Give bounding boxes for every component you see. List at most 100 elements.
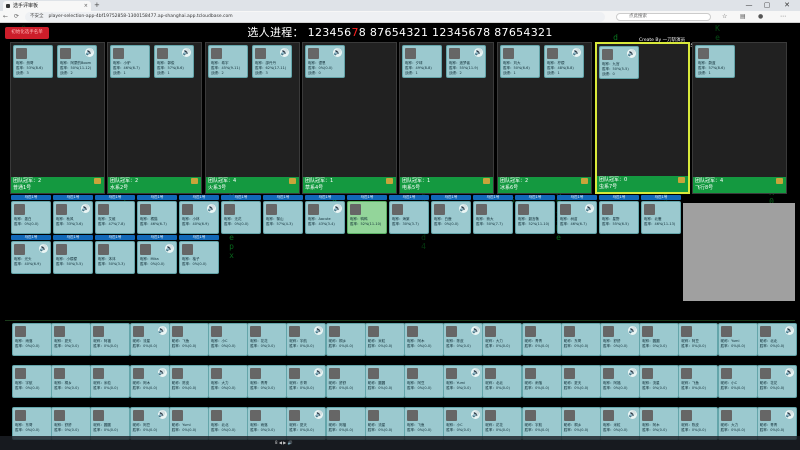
player-card[interactable]: 昵称：东哥 胜率：0%(0-0) (560, 323, 601, 356)
new-tab-button[interactable]: + (94, 0, 100, 11)
player-card[interactable]: 昵称：小驴 胜率：46%(6-7) 战绩：1 (110, 45, 150, 78)
speaker-icon[interactable]: 🔊 (628, 368, 637, 377)
player-card[interactable]: 昵称：小檬檬 胜率：50%(5-5) (53, 241, 93, 274)
speaker-icon[interactable]: 🔊 (471, 410, 481, 419)
player-card[interactable]: 🔊 昵称：Aacute 胜率：43%(3-4) (305, 201, 345, 234)
player-card[interactable]: 昵称：夏天 胜率：0%(0-0) (560, 365, 601, 398)
speaker-icon[interactable]: 🔊 (280, 48, 289, 57)
reload-icon[interactable]: ⟳ (14, 12, 19, 22)
back-icon[interactable]: ← (3, 12, 8, 22)
player-card[interactable]: 昵称：Yumi 胜率：0%(0-0) (717, 323, 758, 356)
player-card[interactable]: 🔊 昵称：舒舒 胜率：0%(0-0) (600, 323, 640, 356)
maximize-button[interactable]: ▢ (760, 0, 774, 11)
player-card[interactable]: 🔊 昵称：北北 胜率：0%(0-0) (756, 323, 797, 356)
player-card[interactable]: 昵称：阿木 胜率：0%(0-0) (404, 323, 444, 356)
speaker-icon[interactable]: 🔊 (572, 48, 581, 57)
player-card[interactable]: 🔊 昵称：阿木 胜率：0%(0-0) (129, 365, 170, 398)
player-card[interactable]: 昵称：宇航 胜率：0%(0-0) (12, 365, 52, 398)
speaker-icon[interactable]: 🔊 (314, 368, 324, 377)
player-card[interactable]: 昵称：米粒 胜率：0%(0-0) (90, 365, 131, 398)
player-card[interactable]: 昵称：黎山 胜率：57%(4-3) (263, 201, 303, 234)
speaker-icon[interactable]: 🔊 (627, 49, 636, 58)
search-input[interactable]: 点此搜索 (616, 13, 711, 21)
speaker-icon[interactable]: 🔊 (157, 368, 167, 377)
player-card[interactable]: 昵称：夏天 胜率：0%(0-0) (51, 323, 92, 356)
player-card[interactable]: 昵称：聂言敬 胜率：52%(11-10) (515, 201, 555, 234)
speaker-icon[interactable]: 🔊 (39, 244, 48, 253)
menu-icon[interactable]: ⋯ (780, 12, 786, 22)
player-card[interactable]: 昵称：米粒 胜率：0%(0-0) (364, 323, 405, 356)
player-card[interactable]: 昵称：流星 胜率：0%(0-0) (639, 365, 680, 398)
speaker-icon[interactable]: 🔊 (471, 326, 481, 335)
player-card[interactable]: 昵称：北北 胜率：0%(0-0) (482, 365, 523, 398)
speaker-icon[interactable]: 🔊 (207, 204, 216, 213)
speaker-icon[interactable]: 🔊 (784, 368, 794, 377)
collections-icon[interactable]: ▤ (740, 12, 746, 22)
player-card[interactable]: 🔊 昵称：东哥 胜率：0%(0-0) (286, 365, 327, 398)
player-card[interactable]: 🔊 昵称：邵丹丹 胜率：62%(17-11) 战绩：3 (252, 45, 292, 78)
player-card[interactable]: 🔊 昵称：树苗 胜率：46%(6-7) (557, 201, 597, 234)
player-card[interactable]: 🔊 昵称：阿蒙的Boom 胜率：50%(11-12) 战绩：2 (57, 45, 97, 78)
favorites-icon[interactable]: ☆ (722, 12, 727, 22)
player-card[interactable]: 昵称：艾维 胜率：47%(7-8) (95, 201, 135, 234)
player-card[interactable]: 🔊 昵称：光头 胜率：40%(6-9) (11, 241, 51, 274)
player-card[interactable]: 🔊 昵称：阿福 胜率：0%(0-0) (600, 365, 640, 398)
speaker-icon[interactable]: 🔊 (784, 410, 794, 419)
speaker-icon[interactable]: 🔊 (471, 368, 481, 377)
player-card[interactable]: 🔊 昵称：柠檬 胜率：48%(8-8) 战绩：1 (544, 45, 584, 78)
player-card[interactable]: 昵称：飞鱼 胜率：0%(0-0) (168, 323, 209, 356)
speaker-icon[interactable]: 🔊 (182, 48, 191, 57)
player-card[interactable]: 🔊 昵称：九宫 胜率：50%(5-5) 战绩：0 (599, 46, 639, 79)
player-card[interactable]: 昵称：青青 胜率：0%(0-0) (247, 365, 288, 398)
speaker-icon[interactable]: 🔊 (81, 204, 90, 213)
speaker-icon[interactable]: 🔊 (85, 48, 94, 57)
player-card[interactable]: 🔊 昵称：宇航 胜率：0%(0-0) (286, 323, 327, 356)
player-card[interactable]: 🔊 昵称：小林 胜率：40%(6-9) (179, 201, 219, 234)
speaker-icon[interactable]: 🔊 (165, 244, 174, 253)
speaker-icon[interactable]: 🔊 (333, 48, 342, 57)
player-card[interactable]: 昵称：墨白 胜率：0%(0-0) (11, 201, 51, 234)
player-card[interactable]: 昵称：夕球 胜率：49%(8-8) 战绩：1 (402, 45, 442, 78)
player-card[interactable]: 昵称：鸭鸭 胜率：52%(11-10) (347, 201, 387, 234)
player-card[interactable]: 昵称：橘猫 胜率：46%(6-7) (137, 201, 177, 234)
player-card[interactable]: 昵称：大力 胜率：0%(0-0) (208, 365, 248, 398)
player-card[interactable]: 昵称：北雁 胜率：46%(11-13) (641, 201, 681, 234)
player-card[interactable]: 昵称：大力 胜率：0%(0-0) (482, 323, 523, 356)
player-card[interactable]: 昵称：希宇 胜率：45%(9-11) 战绩：2 (208, 45, 248, 78)
player-card[interactable]: 昵称：刘大 胜率：50%(6-6) 战绩：1 (500, 45, 540, 78)
speaker-icon[interactable]: 🔊 (784, 326, 794, 335)
speaker-icon[interactable]: 🔊 (474, 48, 483, 57)
player-card[interactable]: 🔊 昵称：花花 胜率：0%(0-0) (756, 365, 797, 398)
speaker-icon[interactable]: 🔊 (628, 326, 637, 335)
player-card[interactable]: 昵称：海棠 胜率：30%(3-7) (389, 201, 429, 234)
tab-close-icon[interactable]: × (84, 1, 88, 11)
speaker-icon[interactable]: 🔊 (628, 410, 637, 419)
player-card[interactable]: 🔊 昵称：流星 胜率：0%(0-0) (129, 323, 170, 356)
player-card[interactable]: 昵称：柚子 胜率：0%(0-0) (179, 241, 219, 274)
profile-icon[interactable]: ● (758, 12, 763, 22)
browser-tab[interactable]: 选手评审板 × (3, 1, 91, 11)
player-card[interactable]: 昵称：然哥 胜率：53%(8-6) 战绩：3 (13, 45, 53, 78)
player-card[interactable]: 昵称：雨落 胜率：0%(0-0) (12, 323, 52, 356)
player-card[interactable]: 昵称：陈皮 胜率：0%(0-0) (168, 365, 209, 398)
player-card[interactable]: 昵称：桐乡 胜率：0%(0-0) (325, 323, 366, 356)
player-card[interactable]: 昵称：熊大 胜率：50%(7-7) (473, 201, 513, 234)
speaker-icon[interactable]: 🔊 (459, 204, 468, 213)
player-card[interactable]: 昵称：青青 胜率：0%(0-0) (521, 323, 562, 356)
player-card[interactable]: 🔊 昵称：白鹿 胜率：0%(0-0) (431, 201, 471, 234)
player-card[interactable]: 昵称：沐沐 胜率：50%(3-3) (95, 241, 135, 274)
speaker-icon[interactable]: 🔊 (314, 410, 324, 419)
speaker-icon[interactable]: 🔊 (157, 410, 167, 419)
player-card[interactable]: 昵称：圆圆 胜率：0%(0-0) (639, 323, 680, 356)
player-card[interactable]: 🔊 昵称：谭恩 胜率：0%(0-0) 战绩：0 (305, 45, 345, 78)
minimize-button[interactable]: — (742, 0, 756, 11)
speaker-icon[interactable]: 🔊 (333, 204, 342, 213)
url-field[interactable]: 不安全 player-selection-app-4bf19752858-1300… (25, 12, 605, 22)
player-card[interactable]: 昵称：无花 胜率：0%(0-0) (221, 201, 261, 234)
player-card[interactable]: 昵称：舒舒 胜率：0%(0-0) (325, 365, 366, 398)
player-card[interactable]: 昵称：阿福 胜率：0%(0-0) (90, 323, 131, 356)
player-card[interactable]: 昵称：圆圆 胜率：0%(0-0) (364, 365, 405, 398)
player-card[interactable]: 🔊 昵称：遗梦者 胜率：55%(11-9) 战绩：2 (446, 45, 486, 78)
player-card[interactable]: 🔊 昵称：Mika 胜率：0%(0-0) (137, 241, 177, 274)
player-card[interactable]: 昵称：桐乡 胜率：0%(0-0) (51, 365, 92, 398)
